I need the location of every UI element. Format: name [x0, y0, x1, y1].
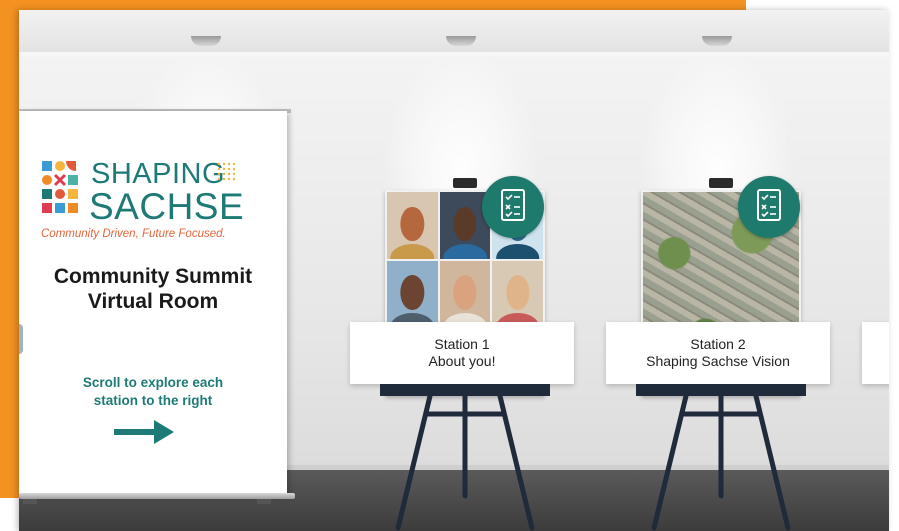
ceiling — [19, 10, 889, 53]
virtual-room-viewport[interactable]: SHAPING SACHSE Community Driven, Future … — [19, 10, 889, 531]
checklist-icon — [738, 176, 800, 238]
easel — [395, 396, 535, 531]
scroll-handle[interactable] — [19, 324, 23, 354]
shaping-sachse-logo: SHAPING SACHSE — [41, 158, 245, 230]
dot-pattern-icon — [217, 162, 235, 181]
tagline: Community Driven, Future Focused. — [41, 228, 226, 240]
station-1[interactable]: Station 1 About you! — [350, 176, 580, 531]
page-title: Community Summit Virtual Room — [53, 265, 253, 313]
welcome-banner: SHAPING SACHSE Community Driven, Future … — [19, 111, 287, 495]
station-2-label[interactable]: Station 2 Shaping Sachse Vision — [606, 322, 830, 384]
station-2[interactable]: Station 2 Shaping Sachse Vision — [606, 176, 836, 531]
scroll-instruction: Scroll to explore each station to the ri… — [82, 375, 224, 408]
arrow-right-icon — [114, 420, 174, 444]
logo-text-sachse: SACHSE — [89, 186, 245, 227]
checklist-icon — [482, 176, 544, 238]
station-3-label-partial[interactable] — [862, 322, 889, 384]
logo-mark-icon — [42, 161, 78, 213]
easel — [651, 396, 791, 531]
station-1-label[interactable]: Station 1 About you! — [350, 322, 574, 384]
